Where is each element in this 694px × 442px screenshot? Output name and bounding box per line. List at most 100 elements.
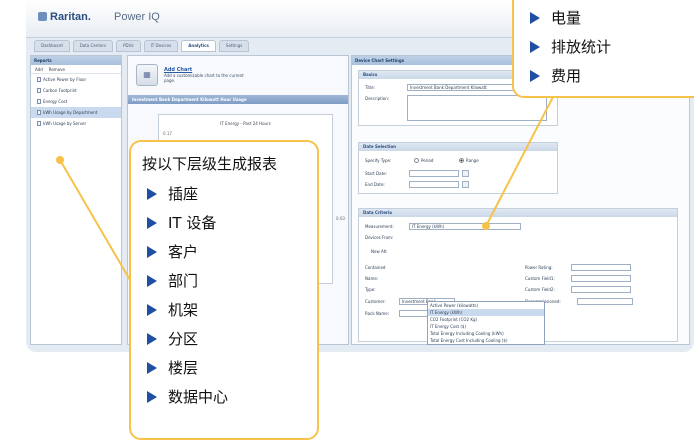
tab-it-devices[interactable]: IT Devices — [143, 40, 179, 52]
radio-icon — [414, 158, 419, 163]
measurement-label: Measurement: — [365, 224, 394, 229]
arrow-icon — [147, 390, 157, 403]
sidebar-item-carbon-footprint[interactable]: Carbon Footprint — [31, 85, 121, 96]
tab-dashboard[interactable]: Dashboard — [34, 40, 70, 52]
list-item-label: 楼层 — [168, 359, 199, 377]
chart-settings-panel: Device Chart Settings Basics Title: Inve… — [351, 55, 690, 345]
decommissioned-select[interactable] — [577, 298, 633, 305]
sidebar-item-label: Carbon Footprint — [43, 88, 77, 93]
dropdown-option[interactable]: IT Energy Cost ($) — [428, 323, 544, 330]
period-label: Period — [421, 158, 434, 163]
arrow-icon — [147, 187, 157, 200]
add-chart-widget[interactable]: ▦ Add Chart Add a customizable chart to … — [136, 62, 256, 88]
product-name: Power IQ — [114, 11, 160, 23]
list-item-label: 客户 — [168, 243, 199, 261]
calendar-icon[interactable] — [462, 181, 469, 188]
arrow-icon — [530, 69, 540, 82]
new-att-button[interactable]: New Att — [371, 249, 387, 254]
sidebar-title: Reports — [31, 56, 121, 65]
list-item: 电量 — [530, 3, 611, 32]
tab-pdus[interactable]: PDUs — [116, 40, 141, 52]
description-input[interactable] — [407, 95, 547, 121]
date-title: Date Selection — [359, 143, 557, 151]
chart-icon: ▦ — [136, 64, 158, 86]
sidebar-toolbar: Add Remove — [31, 65, 121, 74]
document-icon — [37, 88, 41, 93]
dropdown-option[interactable]: IT Energy (kWh) — [428, 309, 544, 316]
list-item-label: 插座 — [168, 185, 199, 203]
sidebar-item-label: kWh Usage by Department — [43, 110, 98, 115]
arrow-icon — [147, 216, 157, 229]
arrow-icon — [147, 332, 157, 345]
specify-type-label: Specify Type: — [365, 158, 392, 163]
list-item-label: 排放统计 — [551, 38, 612, 56]
measurement-dropdown-list: Active Power (kilowatts) IT Energy (kWh)… — [427, 301, 545, 345]
tab-data-centers[interactable]: Data Centers — [72, 40, 114, 52]
list-item: 费用 — [530, 61, 611, 90]
tab-analytics[interactable]: Analytics — [181, 40, 216, 52]
stage: Raritan. Power IQ Dashboard Data Centers… — [0, 0, 694, 442]
document-icon — [37, 99, 41, 104]
description-label: Description: — [365, 96, 390, 101]
start-date-input[interactable] — [409, 170, 459, 177]
sidebar-item-label: Energy Cost — [43, 99, 68, 104]
measurement-select[interactable]: IT Energy (kWh) — [409, 223, 521, 230]
radio-selected-icon — [459, 158, 464, 163]
range-label: Range — [466, 158, 479, 163]
list-item-label: 分区 — [168, 330, 199, 348]
chart-title: IT Energy - Past 24 Hours — [220, 121, 271, 126]
start-date-label: Start Date: — [365, 171, 387, 176]
callout-heading: 按以下层级生成报表 — [142, 155, 278, 173]
sidebar-item-kwh-department[interactable]: kWh Usage by Department — [31, 107, 121, 118]
devices-from-label: Devices From: — [365, 235, 394, 240]
dropdown-option[interactable]: Total Energy Cost Including Cooling ($) — [428, 337, 544, 344]
chart-y-value: 0.17 — [163, 131, 172, 136]
add-chart-text: Add Chart Add a customizable chart to th… — [163, 67, 256, 84]
sidebar-item-active-power[interactable]: Active Power by Floor — [31, 74, 121, 85]
end-date-input[interactable] — [409, 181, 459, 188]
side-value: 0.03 — [336, 216, 345, 221]
list-item: IT 设备 — [147, 208, 228, 237]
logo-text: Raritan. — [50, 11, 91, 23]
add-report-button[interactable]: Add — [35, 65, 43, 73]
arrow-icon — [147, 361, 157, 374]
list-item: 楼层 — [147, 353, 228, 382]
custom-field2-input[interactable] — [571, 286, 631, 293]
add-chart-description: Add a customizable chart to the current … — [163, 73, 244, 83]
main-tabs: Dashboard Data Centers PDUs IT Devices A… — [34, 40, 250, 52]
list-item-label: 数据中心 — [168, 388, 229, 406]
sidebar-item-kwh-server[interactable]: kWh Usage by Server — [31, 118, 121, 129]
range-radio[interactable]: Range — [459, 158, 479, 163]
raritan-logo: Raritan. — [38, 11, 91, 23]
title-label: Title: — [365, 85, 375, 90]
rack-name-label: Rack Name: — [365, 311, 390, 316]
document-icon — [37, 110, 41, 115]
list-item: 数据中心 — [147, 382, 228, 411]
list-item-label: 部门 — [168, 272, 199, 290]
list-item-label: IT 设备 — [168, 214, 217, 232]
custom-field1-input[interactable] — [571, 275, 631, 282]
dropdown-option[interactable]: CO2 Footprint (CO2 Kg) — [428, 316, 544, 323]
type-label: Type: — [365, 287, 376, 292]
sidebar-item-energy-cost[interactable]: Energy Cost — [31, 96, 121, 107]
report-title-bar: Investment Bank Department Kilowatt Hour… — [128, 95, 348, 104]
sidebar-item-label: kWh Usage by Server — [43, 121, 87, 126]
document-icon — [37, 121, 41, 126]
levels-list: 插座 IT 设备 客户 部门 机架 分区 楼层 数据中心 — [147, 179, 228, 411]
dropdown-option[interactable]: Active Power (kilowatts) — [428, 302, 544, 309]
name-label: Name: — [365, 276, 379, 281]
date-fieldset: Date Selection Specify Type: Period Rang… — [358, 142, 558, 194]
reports-sidebar: Reports Add Remove Active Power by Floor… — [30, 55, 122, 345]
period-radio[interactable]: Period — [414, 158, 433, 163]
arrow-icon — [147, 274, 157, 287]
remove-report-button[interactable]: Remove — [49, 65, 65, 73]
arrow-icon — [147, 245, 157, 258]
data-criteria-title: Data Criteria — [359, 209, 677, 217]
calendar-icon[interactable] — [462, 170, 469, 177]
dropdown-option[interactable]: Total Energy Including Cooling (kWh) — [428, 330, 544, 337]
list-item: 排放统计 — [530, 32, 611, 61]
power-rating-input[interactable] — [571, 264, 631, 271]
tab-settings[interactable]: Settings — [218, 40, 250, 52]
sidebar-item-label: Active Power by Floor — [43, 77, 87, 82]
power-rating-label: Power Rating: — [525, 265, 553, 270]
